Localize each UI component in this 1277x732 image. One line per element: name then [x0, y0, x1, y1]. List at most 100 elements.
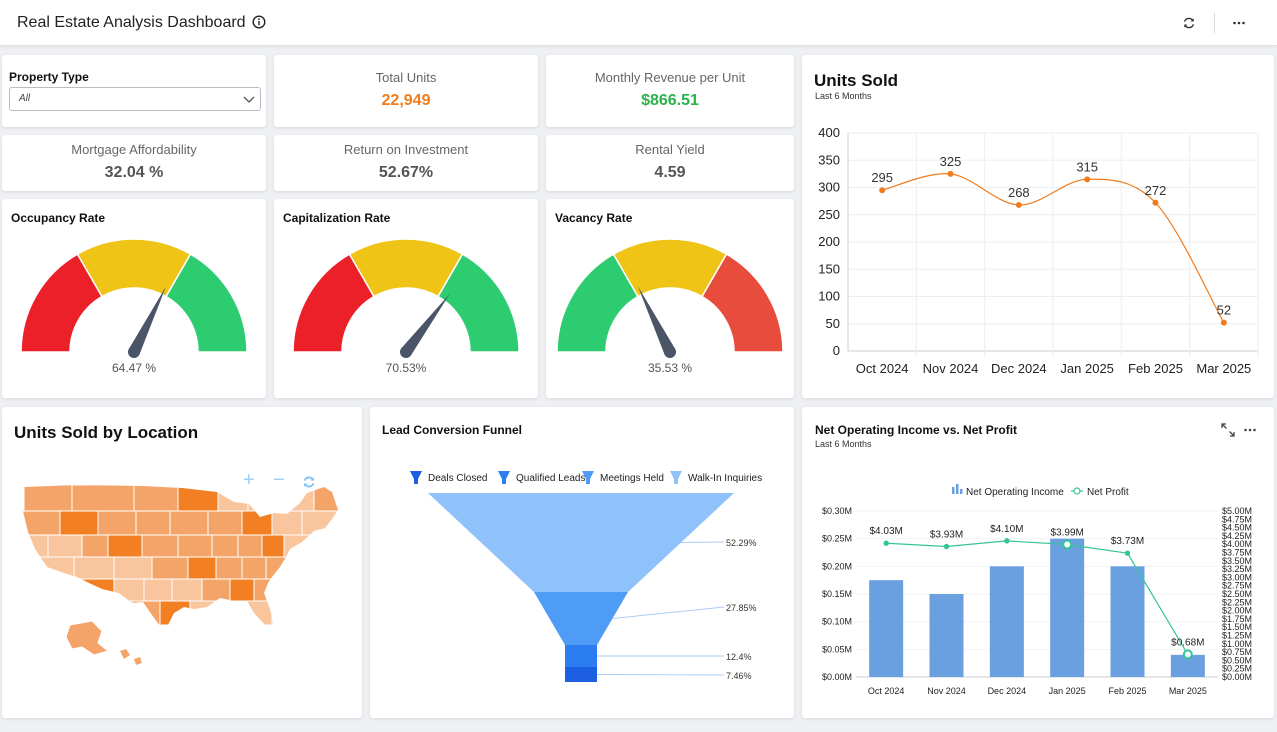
data-point: [1152, 199, 1159, 206]
legend-marker: [498, 471, 510, 484]
gauge-value: 70.53%: [385, 361, 427, 375]
x-tick-label: Dec 2024: [988, 686, 1027, 696]
gauge-needle-hub: [128, 346, 140, 358]
state-region: [97, 600, 133, 626]
net-profit-point: [1004, 538, 1010, 544]
state-hawaii-island: [134, 657, 142, 665]
state-region: [261, 534, 285, 558]
y-left-tick-label: $0.15M: [822, 589, 852, 599]
us-map[interactable]: [2, 407, 362, 718]
noi-bar: [929, 594, 964, 677]
state-region: [77, 578, 115, 602]
y-tick-label: 400: [818, 125, 840, 140]
state-region: [313, 485, 338, 512]
gauge-title: Vacancy Rate: [555, 211, 633, 225]
state-region: [135, 510, 171, 536]
info-icon[interactable]: [252, 15, 266, 29]
y-left-tick-label: $0.00M: [822, 672, 852, 682]
gauge-value: 35.53 %: [647, 361, 693, 375]
data-point: [1220, 319, 1227, 326]
state-region: [287, 556, 338, 580]
x-tick-label: Dec 2024: [991, 361, 1047, 376]
noi-bar: [989, 566, 1024, 677]
state-region: [211, 534, 239, 558]
kpi-monthly-revenue: Monthly Revenue per Unit $866.51: [546, 55, 794, 127]
noi-combo-chart: Net Operating Income Net Profit $0.00M $0.0…: [822, 484, 1252, 696]
kpi-value: 22,949: [381, 92, 431, 109]
funnel-leader-line: [612, 606, 725, 619]
state-region: [189, 600, 219, 626]
state-region: [169, 510, 209, 536]
net-profit-point: [943, 543, 950, 550]
legend-bar-icon: [960, 489, 963, 494]
property-type-filter-card: Property Type All: [2, 55, 266, 127]
data-label: $0.68M: [1171, 637, 1204, 648]
legend-bar-icon: [956, 484, 959, 494]
state-region: [215, 556, 243, 580]
state-region: [229, 578, 255, 602]
state-region: [113, 578, 145, 602]
legend-label: Walk-In Inquiries: [688, 473, 762, 484]
data-label: 295: [871, 170, 893, 185]
state-region: [59, 510, 99, 536]
state-region: [217, 600, 247, 626]
property-type-select[interactable]: All: [9, 87, 261, 111]
legend-label: Net Operating Income: [966, 487, 1064, 498]
data-label: $3.99M: [1050, 528, 1083, 539]
state-region: [41, 578, 79, 602]
net-profit-point: [1062, 539, 1073, 550]
state-region: [177, 534, 213, 558]
state-region: [131, 600, 161, 626]
gauge-card-capitalization: Capitalization Rate 70.53%: [274, 199, 538, 398]
kpi-label: Total Units: [375, 70, 437, 85]
state-region: [151, 556, 189, 580]
state-region: [301, 510, 338, 536]
state-region: [47, 534, 83, 558]
state-region: [247, 485, 285, 512]
x-tick-label: Nov 2024: [927, 686, 966, 696]
gauge-needle-hub: [400, 346, 412, 358]
state-region: [241, 556, 267, 580]
more-options-icon[interactable]: [1232, 16, 1246, 30]
page-title: Real Estate Analysis Dashboard: [17, 14, 246, 31]
refresh-icon[interactable]: [1182, 16, 1196, 30]
x-tick-label: Mar 2025: [1196, 361, 1251, 376]
gauge-vacancy: [556, 238, 784, 358]
state-region: [207, 510, 243, 536]
state-region: [237, 534, 263, 558]
y-left-tick-label: $0.05M: [822, 644, 852, 654]
gauge-title: Occupancy Rate: [11, 211, 106, 225]
y-tick-label: 0: [833, 343, 840, 358]
state-region: [23, 534, 49, 558]
data-label: $4.03M: [869, 526, 902, 537]
data-label: $3.93M: [930, 530, 963, 541]
x-tick-label: Oct 2024: [856, 361, 909, 376]
legend-line-marker: [1073, 487, 1081, 495]
gauge-card-vacancy: Vacancy Rate 35.53 %: [546, 199, 794, 398]
units-sold-line-chart: 0 50 100 150 200 250 300 350 400 Oct 2024 Nov 2024…: [818, 125, 1259, 376]
funnel-label: 27.85%: [726, 603, 757, 613]
y-right-tick-label: $5.00M: [1222, 506, 1252, 516]
funnel-label: 52.29%: [726, 538, 757, 548]
data-point: [1015, 201, 1022, 208]
funnel-card: Lead Conversion Funnel Deals Closed Quali…: [370, 407, 794, 718]
state-region: [133, 485, 179, 512]
state-region: [265, 556, 289, 580]
data-point: [947, 170, 954, 177]
x-tick-label: Nov 2024: [923, 361, 979, 376]
gauge-capitalization: [292, 238, 520, 358]
legend-bar-icon: [952, 487, 955, 494]
kpi-value: 32.04 %: [104, 164, 164, 181]
kpi-label: Mortgage Affordability: [71, 142, 197, 157]
legend-label: Qualified Leads: [516, 473, 586, 484]
noi-bar: [1110, 566, 1145, 677]
y-left-tick-label: $0.30M: [822, 506, 852, 516]
gauge-card-occupancy: Occupancy Rate 64.47 %: [2, 199, 266, 398]
data-label: 325: [940, 154, 962, 169]
state-hawaii: [120, 649, 130, 659]
funnel-segment: [565, 667, 597, 682]
kpi-return-on-investment: Return on Investment 52.67%: [274, 135, 538, 191]
state-region: [217, 485, 249, 512]
data-point: [1084, 176, 1091, 183]
state-region: [245, 600, 273, 626]
